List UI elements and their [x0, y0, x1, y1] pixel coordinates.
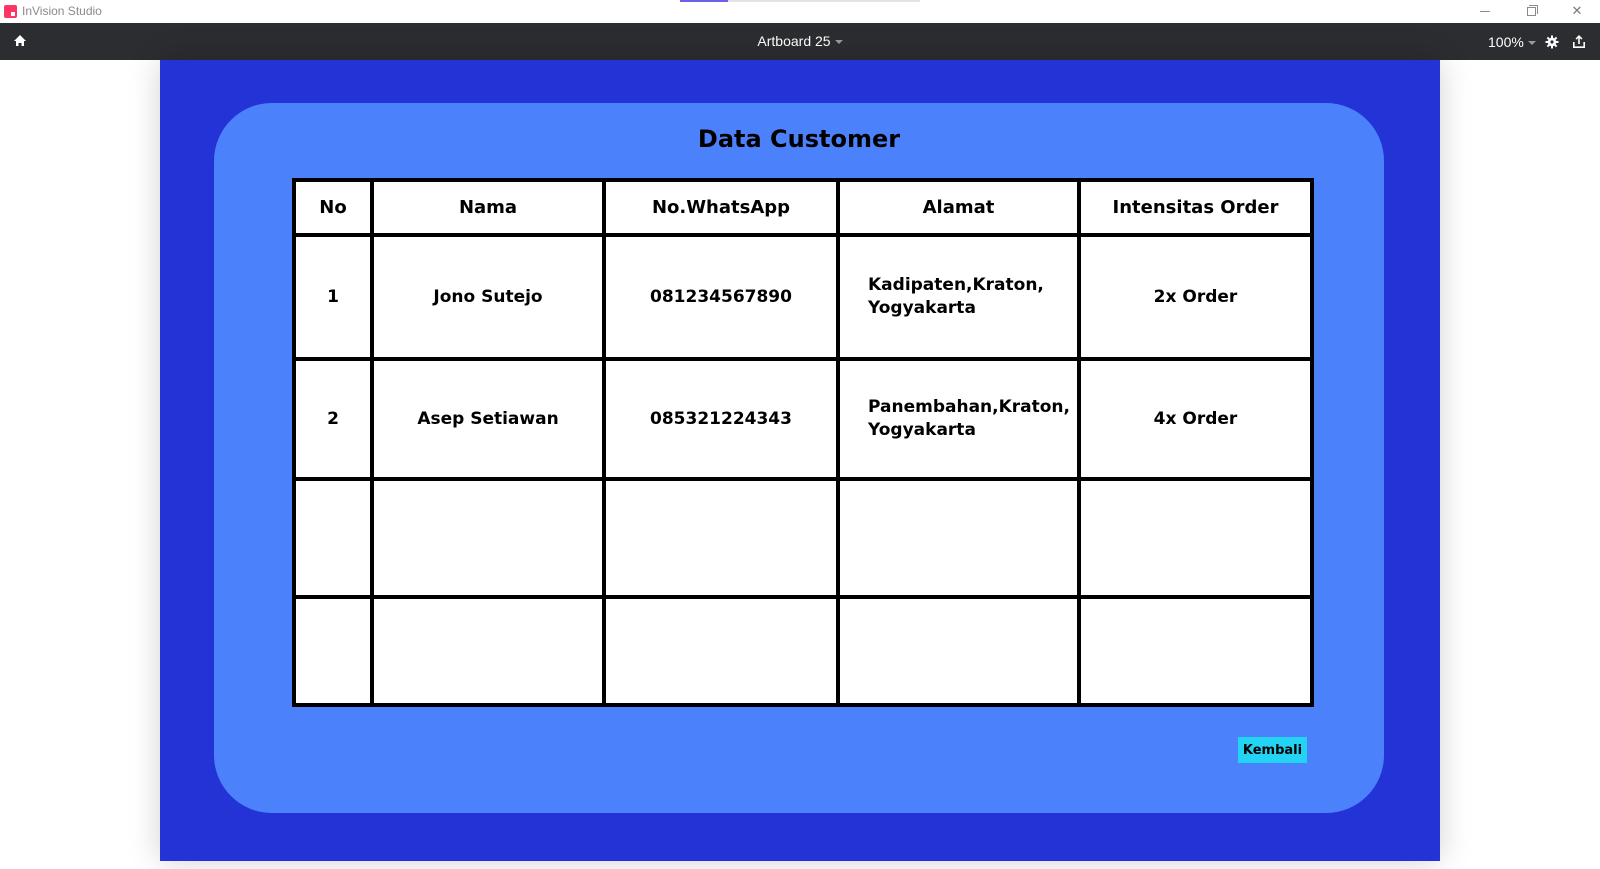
- cell-no: 1: [292, 233, 374, 362]
- cell-alamat: [836, 477, 1081, 600]
- alamat-line-1: Kadipaten,Kraton,: [868, 275, 1044, 296]
- zoom-selector[interactable]: 100%: [1488, 34, 1536, 50]
- cell-whatsapp: [602, 477, 840, 600]
- invision-logo-icon: [4, 5, 17, 18]
- artboard[interactable]: Data Customer No Nama No.WhatsApp Alamat…: [160, 60, 1440, 861]
- back-button[interactable]: Kembali: [1238, 737, 1307, 763]
- cell-whatsapp: 081234567890: [602, 233, 840, 362]
- share-icon[interactable]: [1572, 34, 1586, 49]
- cell-order: [1077, 595, 1314, 707]
- alamat-line-2: Yogyakarta: [868, 298, 976, 319]
- customer-table: No Nama No.WhatsApp Alamat Intensitas Or…: [292, 177, 1314, 707]
- cell-no: [292, 477, 374, 600]
- app-title: InVision Studio: [22, 4, 102, 18]
- window-title-bar: InVision Studio ✕: [0, 0, 1600, 23]
- cell-alamat: Kadipaten,Kraton, Yogyakarta: [836, 233, 1081, 362]
- cell-no: [292, 595, 374, 707]
- cell-order: [1077, 477, 1314, 600]
- cell-nama: [370, 595, 606, 707]
- minimize-button[interactable]: [1462, 0, 1508, 23]
- cell-whatsapp: [602, 595, 840, 707]
- alamat-line-2: Yogyakarta: [868, 420, 976, 441]
- header-alamat: Alamat: [836, 177, 1081, 238]
- toolbar: Artboard 25 100%: [0, 23, 1600, 60]
- cell-order: 2x Order: [1077, 233, 1314, 362]
- table-row: 1 Jono Sutejo 081234567890 Kadipaten,Kra…: [292, 233, 1314, 362]
- chevron-down-icon: [1527, 41, 1536, 46]
- artboard-selector[interactable]: Artboard 25: [0, 33, 1600, 49]
- close-button[interactable]: ✕: [1554, 0, 1600, 23]
- cell-whatsapp: 085321224343: [602, 357, 840, 482]
- cell-alamat: [836, 595, 1081, 707]
- cell-nama: Jono Sutejo: [370, 233, 606, 362]
- cell-no: 2: [292, 357, 374, 482]
- cell-nama: [370, 477, 606, 600]
- header-whatsapp: No.WhatsApp: [602, 177, 840, 238]
- chevron-down-icon: [834, 40, 843, 45]
- restore-button[interactable]: [1508, 0, 1554, 23]
- header-no: No: [292, 177, 374, 238]
- tab-active-indicator: [680, 0, 728, 2]
- artboard-name: Artboard 25: [757, 33, 831, 49]
- cell-alamat: Panembahan,Kraton, Yogyakarta: [836, 357, 1081, 482]
- zoom-level: 100%: [1488, 34, 1524, 50]
- cell-order: 4x Order: [1077, 357, 1314, 482]
- close-icon: ✕: [1571, 4, 1583, 19]
- table-header-row: No Nama No.WhatsApp Alamat Intensitas Or…: [292, 177, 1314, 238]
- alamat-line-1: Panembahan,Kraton,: [868, 397, 1070, 418]
- header-nama: Nama: [370, 177, 606, 238]
- cell-nama: Asep Setiawan: [370, 357, 606, 482]
- page-title: Data Customer: [697, 125, 901, 153]
- table-row: [292, 595, 1314, 707]
- restore-icon: [1526, 5, 1538, 16]
- table-row: 2 Asep Setiawan 085321224343 Panembahan,…: [292, 357, 1314, 482]
- header-intensitas-order: Intensitas Order: [1077, 177, 1314, 238]
- gear-icon[interactable]: [1545, 35, 1559, 49]
- table-row: [292, 477, 1314, 600]
- content-panel: Data Customer No Nama No.WhatsApp Alamat…: [214, 103, 1384, 813]
- minimize-icon: [1480, 11, 1490, 12]
